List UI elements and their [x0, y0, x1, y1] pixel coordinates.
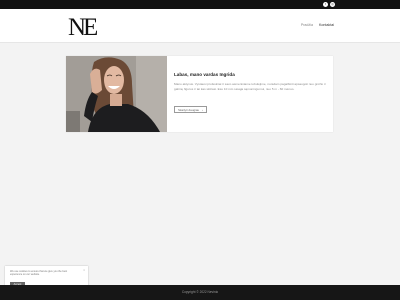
read-more-button[interactable]: Skaityti daugiau › [174, 106, 207, 113]
site-footer: Copyright © 2022 Nevinio [0, 285, 400, 300]
site-header: NE Pradžia Kontaktai [0, 9, 400, 43]
intro-description: Mano aktyvus. Vystausi profesiniai ir sa… [174, 82, 326, 91]
cookie-text: We use cookies to ensure that we give yo… [10, 270, 68, 277]
site-logo[interactable]: NE [68, 15, 98, 40]
copyright-text: Copyright © 2022 Nevinio [181, 290, 219, 294]
instagram-glyph: ◎ [331, 2, 334, 6]
intro-card: Labas, mano vardas Ingrida Mano aktyvus.… [66, 56, 333, 132]
instagram-icon[interactable]: ◎ [330, 2, 335, 7]
top-bar: f ◎ [0, 0, 400, 9]
facebook-glyph: f [325, 2, 326, 6]
nav-item-home[interactable]: Pradžia [301, 23, 313, 27]
read-more-label: Skaityti daugiau [178, 108, 200, 112]
close-icon[interactable]: × [83, 268, 85, 272]
intro-title: Labas, mano vardas Ingrida [174, 72, 235, 77]
facebook-icon[interactable]: f [323, 2, 328, 7]
portrait-photo [66, 56, 167, 132]
main-navigation: Pradžia Kontaktai [301, 23, 334, 27]
chevron-right-icon: › [202, 108, 203, 112]
nav-item-contacts[interactable]: Kontaktai [319, 23, 334, 27]
